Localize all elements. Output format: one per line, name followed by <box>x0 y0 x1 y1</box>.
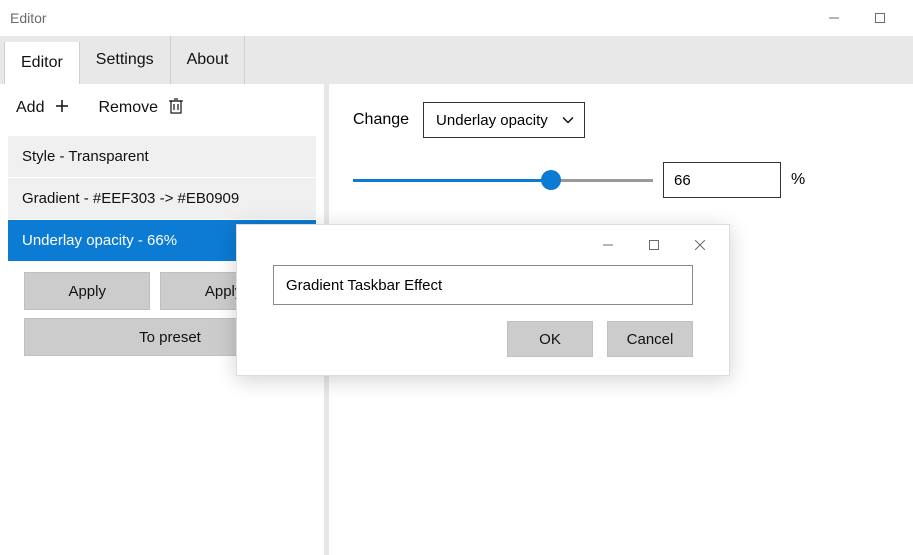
change-row: Change Underlay opacity <box>353 102 889 138</box>
remove-label: Remove <box>98 99 158 117</box>
button-label: To preset <box>139 329 201 346</box>
window-title: Editor <box>10 10 47 26</box>
cancel-button[interactable]: Cancel <box>607 321 693 357</box>
dialog-close-button[interactable] <box>677 230 723 260</box>
property-select[interactable]: Underlay opacity <box>423 102 585 138</box>
tab-label: About <box>187 51 229 69</box>
list-item[interactable]: Style - Transparent <box>8 136 316 178</box>
button-label: Apply <box>68 283 106 300</box>
dialog-maximize-button[interactable] <box>631 230 677 260</box>
apply-button[interactable]: Apply <box>24 272 150 310</box>
slider-fill <box>353 179 551 182</box>
dialog-actions: OK Cancel <box>273 321 693 357</box>
remove-button[interactable]: Remove <box>98 97 184 120</box>
trash-icon <box>168 97 184 120</box>
chevron-down-icon <box>562 112 574 129</box>
list-item-label: Underlay opacity - 66% <box>22 232 177 249</box>
add-label: Add <box>16 99 44 117</box>
preset-name-dialog: OK Cancel <box>236 224 730 376</box>
tab-strip: Editor Settings About <box>0 36 913 84</box>
button-label: OK <box>539 331 561 348</box>
title-bar: Editor <box>0 0 913 36</box>
dialog-titlebar <box>237 225 729 265</box>
ok-button[interactable]: OK <box>507 321 593 357</box>
tab-label: Editor <box>21 54 63 72</box>
slider-row: 66 % <box>353 162 889 198</box>
tab-about[interactable]: About <box>171 36 246 84</box>
dialog-minimize-button[interactable] <box>585 230 631 260</box>
dialog-body: OK Cancel <box>237 265 729 375</box>
slider-track <box>353 179 653 182</box>
list-item-label: Style - Transparent <box>22 148 149 165</box>
change-label: Change <box>353 111 409 129</box>
list-item[interactable]: Gradient - #EEF303 -> #EB0909 <box>8 178 316 220</box>
input-value: 66 <box>674 172 691 189</box>
opacity-slider[interactable] <box>353 168 653 192</box>
select-value: Underlay opacity <box>436 112 548 129</box>
list-item-label: Gradient - #EEF303 -> #EB0909 <box>22 190 239 207</box>
tab-label: Settings <box>96 51 154 69</box>
window-controls <box>811 3 903 33</box>
percent-label: % <box>791 171 805 189</box>
tab-settings[interactable]: Settings <box>80 36 171 84</box>
plus-icon <box>54 98 70 119</box>
preset-name-input[interactable] <box>273 265 693 305</box>
minimize-button[interactable] <box>811 3 857 33</box>
add-button[interactable]: Add <box>16 98 70 119</box>
opacity-input[interactable]: 66 <box>663 162 781 198</box>
slider-thumb[interactable] <box>541 170 561 190</box>
maximize-button[interactable] <box>857 3 903 33</box>
tab-editor[interactable]: Editor <box>4 42 80 84</box>
button-label: Cancel <box>627 331 674 348</box>
add-remove-toolbar: Add Remove <box>0 84 324 132</box>
